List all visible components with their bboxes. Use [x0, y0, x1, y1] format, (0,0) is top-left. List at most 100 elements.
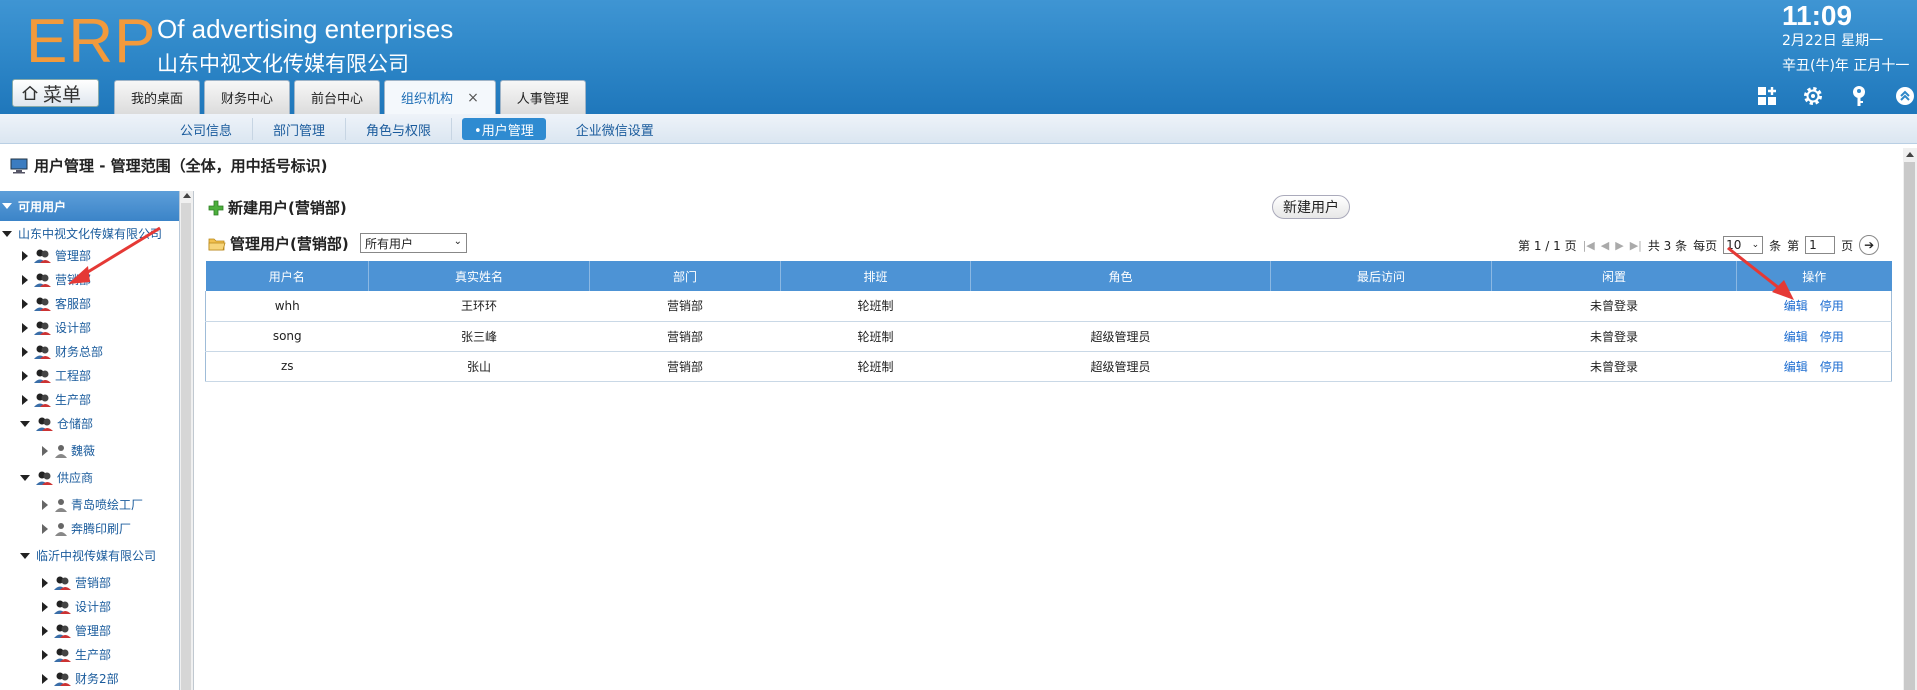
main-content: 新建用户(营销部) 新建用户 管理用户(营销部) 所有用户 ⌄ 第 1 / 1 …	[200, 191, 1895, 690]
scroll-up-icon[interactable]	[183, 193, 191, 198]
user-tree-panel: 可用用户 山东中视文化传媒有限公司 管理部 营销部 客服部 设计部 财务总部 工…	[0, 191, 180, 690]
tree-node-user[interactable]: 奔腾印刷厂	[42, 520, 131, 537]
collapse-icon[interactable]	[1893, 84, 1917, 108]
unit-label: 条	[1769, 238, 1782, 253]
apps-icon[interactable]	[1755, 84, 1779, 108]
column-header[interactable]: 部门	[589, 261, 781, 291]
table-row[interactable]: whh 王环环 营销部 轮班制 未曾登录 编辑 停用	[205, 291, 1892, 322]
disable-link[interactable]: 停用	[1820, 330, 1844, 344]
tree-node-label: 设计部	[55, 321, 92, 335]
edit-link[interactable]: 编辑	[1784, 299, 1808, 313]
new-user-button[interactable]: 新建用户	[1272, 195, 1350, 219]
caret-down-icon	[2, 203, 12, 209]
tab-hr[interactable]: 人事管理	[499, 80, 586, 114]
subnav-roles[interactable]: 角色与权限	[346, 118, 453, 140]
tree-node-label: 供应商	[57, 471, 94, 485]
gear-icon[interactable]	[1801, 84, 1825, 108]
company-name-cn: 山东中视文化传媒有限公司	[157, 52, 409, 76]
user-filter-select[interactable]: 所有用户 ⌄	[360, 233, 467, 253]
cell-idle: 未曾登录	[1491, 351, 1737, 382]
tree-node-dept[interactable]: 客服部	[22, 295, 91, 312]
scrollbar-thumb[interactable]	[181, 203, 191, 690]
last-page-icon[interactable]: ▶|	[1630, 239, 1642, 252]
caret-down-icon	[2, 230, 12, 237]
subnav-departments[interactable]: 部门管理	[253, 118, 347, 140]
disable-link[interactable]: 停用	[1820, 360, 1844, 374]
edit-link[interactable]: 编辑	[1784, 330, 1808, 344]
tree-node-dept[interactable]: 生产部	[22, 391, 91, 408]
tab-desktop[interactable]: 我的桌面	[114, 80, 201, 114]
tree-node-dept[interactable]: 管理部	[22, 247, 91, 264]
tree-node-user[interactable]: 魏薇	[42, 442, 95, 459]
tree-node-company[interactable]: 临沂中视传媒有限公司	[20, 547, 156, 564]
tab-finance[interactable]: 财务中心	[204, 80, 291, 114]
tab-organization[interactable]: 组织机构 ×	[384, 80, 496, 114]
tree-scrollbar[interactable]	[180, 191, 194, 690]
key-icon[interactable]	[1847, 84, 1871, 108]
header-toolbar	[1755, 84, 1917, 108]
column-header[interactable]: 闲置	[1491, 261, 1737, 291]
cell-dept: 营销部	[589, 321, 781, 352]
caret-down-icon	[20, 474, 30, 481]
menu-button[interactable]: 菜单	[12, 79, 99, 107]
subnav-users[interactable]: •用户管理	[462, 118, 546, 140]
folder-icon	[208, 238, 226, 250]
tree-node-dept[interactable]: 营销部	[22, 271, 91, 288]
caret-right-icon	[42, 673, 48, 684]
tree-node-label: 管理部	[55, 249, 92, 263]
tree-node-dept[interactable]: 营销部	[42, 574, 111, 591]
tree-header-label: 可用用户	[18, 199, 67, 214]
caret-right-icon	[42, 577, 48, 588]
tree-node-dept[interactable]: 仓储部	[20, 415, 93, 432]
tree-node-dept[interactable]: 财务2部	[42, 670, 119, 687]
table-row[interactable]: song 张三峰 营销部 轮班制 超级管理员 未曾登录 编辑 停用	[205, 321, 1892, 352]
tree-node-label: 魏薇	[71, 444, 96, 458]
pagination: 第 1 / 1 页 |◀ ◀ ▶ ▶| 共 3 条 每页 10 ⌄ 条 第 1 页…	[1518, 235, 1880, 255]
next-page-icon[interactable]: ▶	[1615, 239, 1623, 252]
prev-page-icon[interactable]: ◀	[1601, 239, 1609, 252]
table-row[interactable]: zs 张山 营销部 轮班制 超级管理员 未曾登录 编辑 停用	[205, 351, 1892, 382]
tree-node-dept[interactable]: 财务总部	[22, 343, 103, 360]
column-header[interactable]: 最后访问	[1270, 261, 1492, 291]
caret-right-icon	[22, 370, 28, 381]
column-header[interactable]: 排班	[780, 261, 971, 291]
lunar-date-text: 辛丑(牛)年 正月十一	[1782, 58, 1910, 74]
tree-header[interactable]: 可用用户	[0, 191, 179, 221]
tree-node-dept[interactable]: 工程部	[22, 367, 91, 384]
page-number-input[interactable]: 1	[1805, 236, 1836, 254]
disable-link[interactable]: 停用	[1820, 299, 1844, 313]
caret-right-icon	[42, 601, 48, 612]
tree-node-label: 客服部	[55, 297, 92, 311]
tree-node-dept[interactable]: 供应商	[20, 469, 93, 486]
tree-node-dept[interactable]: 设计部	[42, 598, 111, 615]
tree-node-dept[interactable]: 管理部	[42, 622, 111, 639]
edit-link[interactable]: 编辑	[1784, 360, 1808, 374]
cell-actions: 编辑 停用	[1736, 291, 1892, 322]
tree-node-user[interactable]: 青岛喷绘工厂	[42, 496, 143, 513]
group-icon	[54, 672, 71, 686]
scrollbar-thumb[interactable]	[1904, 162, 1915, 690]
tree-node-label: 临沂中视传媒有限公司	[36, 549, 157, 563]
subnav-company-info[interactable]: 公司信息	[160, 118, 254, 140]
subnav-wechat-settings[interactable]: 企业微信设置	[556, 118, 674, 140]
scroll-up-icon[interactable]	[1906, 152, 1914, 157]
tree-node-label: 财务总部	[55, 345, 104, 359]
page-scrollbar[interactable]	[1903, 148, 1917, 690]
column-header[interactable]: 真实姓名	[368, 261, 590, 291]
clock-time: 11:09	[1782, 0, 1853, 31]
close-tab-icon[interactable]: ×	[467, 90, 479, 106]
first-page-icon[interactable]: |◀	[1583, 239, 1595, 252]
go-arrow-icon[interactable]: ➔	[1859, 235, 1880, 255]
column-header[interactable]: 角色	[970, 261, 1271, 291]
caret-right-icon	[22, 298, 28, 309]
tree-node-dept[interactable]: 设计部	[22, 319, 91, 336]
company-name-en: Of advertising enterprises	[157, 14, 454, 44]
tree-node-label: 设计部	[75, 600, 112, 614]
tree-node-dept[interactable]: 生产部	[42, 646, 111, 663]
per-page-select[interactable]: 10 ⌄	[1723, 236, 1764, 254]
cell-idle: 未曾登录	[1491, 321, 1737, 352]
column-header[interactable]: 用户名	[205, 261, 369, 291]
caret-down-icon	[20, 552, 30, 559]
tab-front-desk[interactable]: 前台中心	[294, 80, 381, 114]
tree-node-company[interactable]: 山东中视文化传媒有限公司	[2, 225, 162, 242]
